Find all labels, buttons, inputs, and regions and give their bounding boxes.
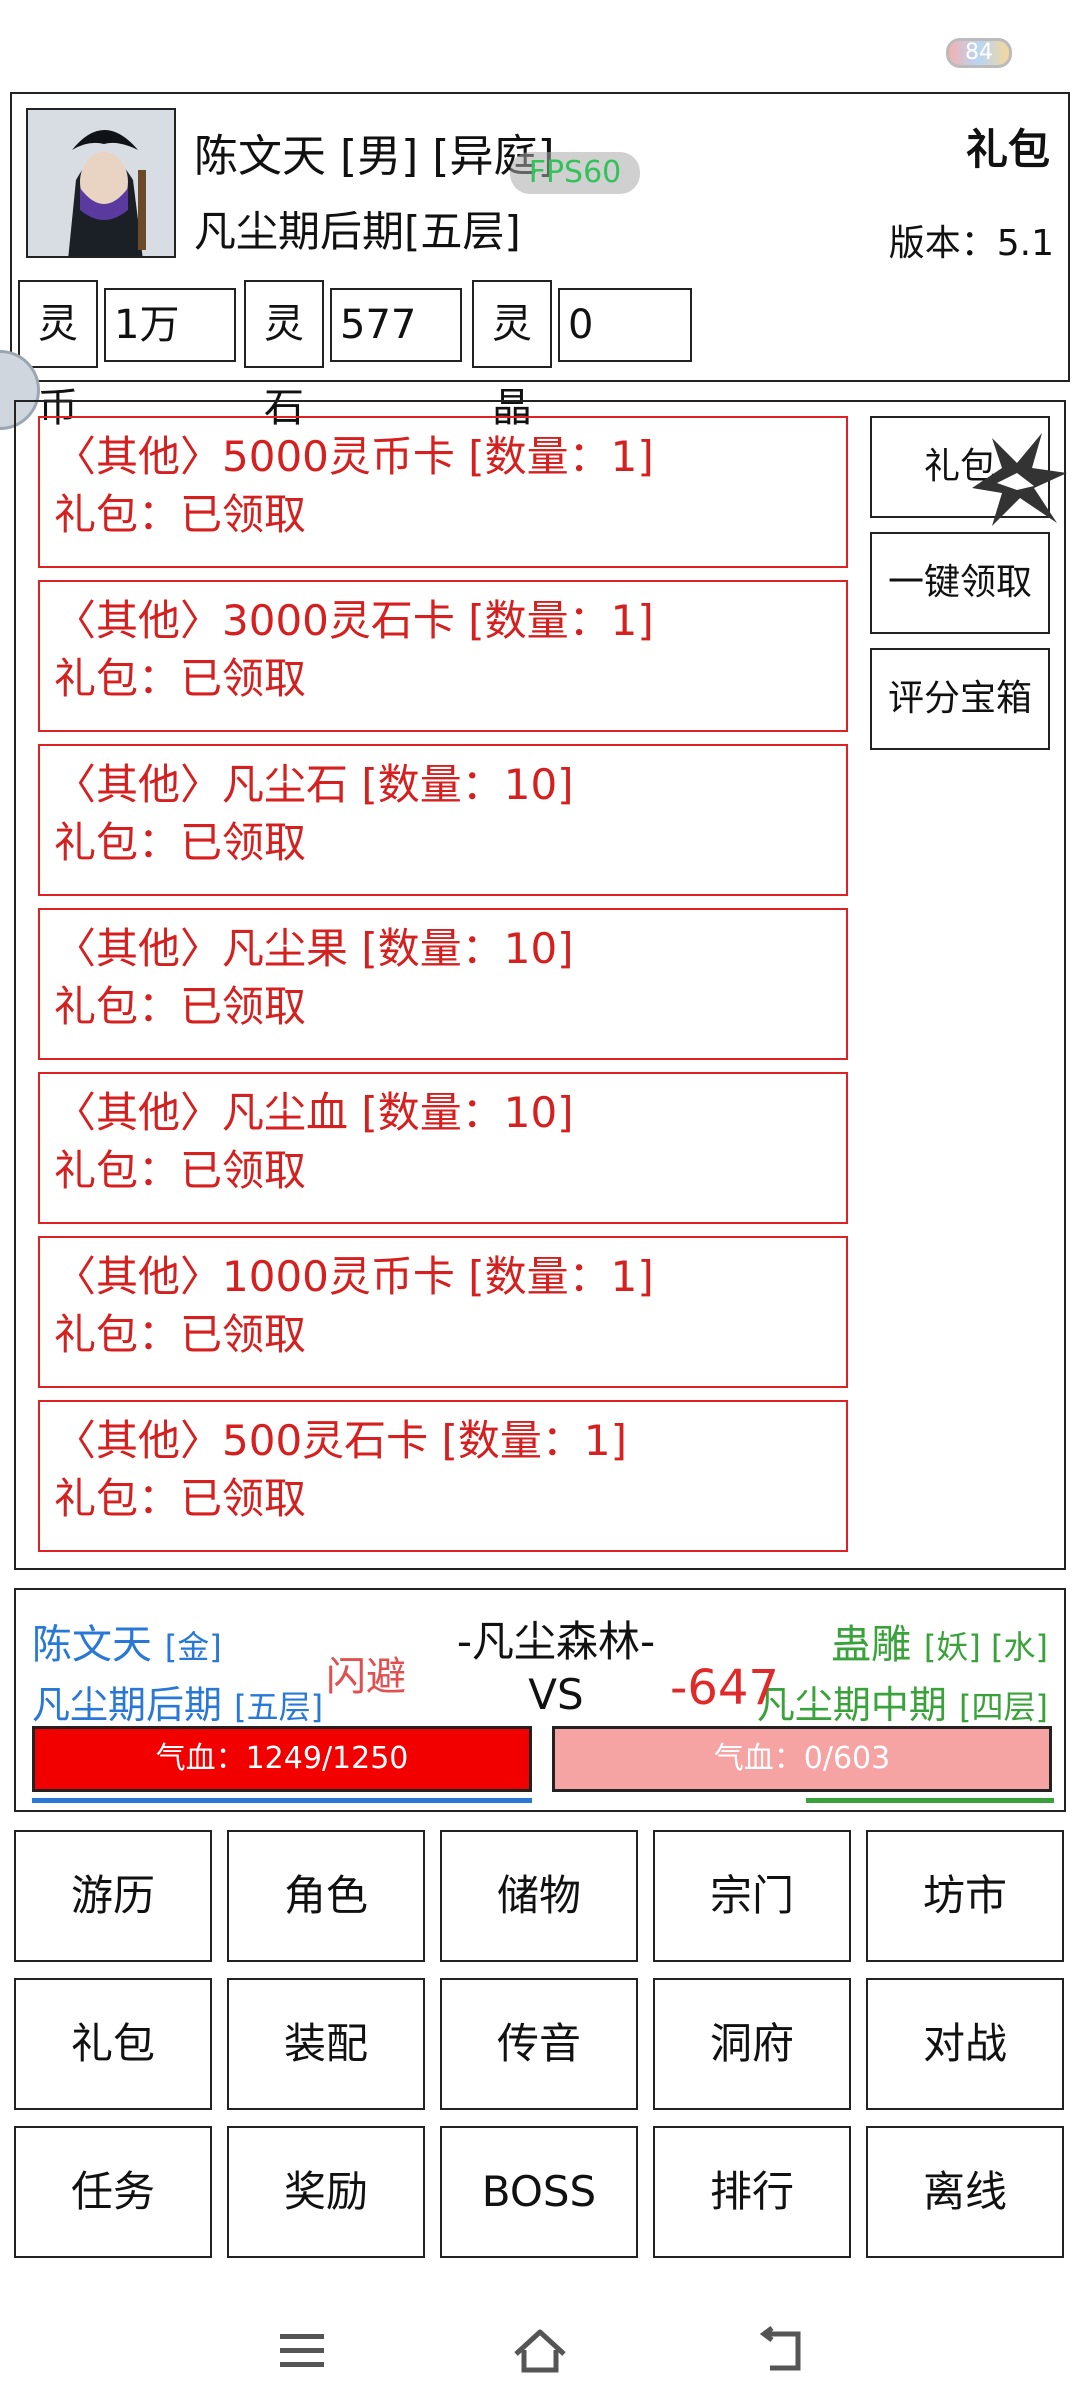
enemy-underline — [806, 1798, 1054, 1803]
player-name: 陈文天 [金] — [32, 1622, 222, 1668]
rating-chest-button[interactable]: 评分宝箱 — [870, 648, 1050, 750]
gift-item-status: 礼包：已领取 — [54, 1146, 307, 1195]
menu-travel-button[interactable]: 游历 — [14, 1830, 212, 1962]
fps-overlay: FPS60 — [510, 152, 640, 194]
dodge-popup: 闪避 — [326, 1654, 406, 1700]
menu-battle-button[interactable]: 对战 — [866, 1978, 1064, 2110]
player-realm: 凡尘期后期 [五层] — [32, 1683, 324, 1727]
character-portrait-icon — [28, 110, 174, 256]
currency-label-lingshi: 灵石 — [244, 280, 324, 431]
back-icon[interactable] — [752, 2320, 812, 2380]
menu-lines-icon[interactable] — [272, 2320, 332, 2380]
character-avatar[interactable] — [26, 108, 176, 258]
battery-indicator: 84 — [946, 38, 1012, 68]
currency-value-lingjing: 0 — [558, 288, 692, 362]
profile-panel: 陈文天 [男] [异庭] 凡尘期后期[五层] FPS60 礼包 版本：5.1 灵… — [10, 92, 1070, 431]
gift-item-title: 〈其他〉3000灵石卡 [数量：1] — [54, 596, 654, 645]
gift-item-status: 礼包：已领取 — [54, 1474, 307, 1523]
gift-item-status: 礼包：已领取 — [54, 982, 307, 1031]
character-name: 陈文天 [男] [异庭] — [194, 131, 555, 182]
enemy-layer-tag: [四层] — [959, 1688, 1048, 1726]
battle-panel: 陈文天 [金] 凡尘期后期 [五层] 闪避 -凡尘森林- VS 蛊雕 [妖] [… — [14, 1588, 1066, 1812]
gift-item-status: 礼包：已领取 — [54, 490, 307, 539]
gift-item[interactable]: 〈其他〉1000灵币卡 [数量：1] 礼包：已领取 — [38, 1236, 848, 1388]
enemy-tags: [妖] [水] — [923, 1628, 1048, 1666]
currency-label-lingbi: 灵币 — [18, 280, 98, 431]
gift-item[interactable]: 〈其他〉凡尘石 [数量：10] 礼包：已领取 — [38, 744, 848, 896]
gift-item[interactable]: 〈其他〉凡尘果 [数量：10] 礼包：已领取 — [38, 908, 848, 1060]
menu-cave-button[interactable]: 洞府 — [653, 1978, 851, 2110]
enemy-hp-bar: 气血：0/603 — [552, 1726, 1052, 1792]
player-hp-bar: 气血：1249/1250 — [32, 1726, 532, 1792]
damage-popup: -647 — [670, 1660, 779, 1716]
currency-value-lingshi: 577 — [330, 288, 462, 362]
menu-gift-button[interactable]: 礼包 — [14, 1978, 212, 2110]
currency-value-lingbi: 1万 — [104, 288, 236, 362]
gift-item[interactable]: 〈其他〉凡尘血 [数量：10] 礼包：已领取 — [38, 1072, 848, 1224]
enemy-name: 蛊雕 [妖] [水] — [831, 1622, 1048, 1668]
claim-all-button[interactable]: 一键领取 — [870, 532, 1050, 634]
menu-equip-button[interactable]: 装配 — [227, 1978, 425, 2110]
gift-item[interactable]: 〈其他〉5000灵币卡 [数量：1] 礼包：已领取 — [38, 416, 848, 568]
battle-location: -凡尘森林- — [456, 1617, 656, 1666]
gift-item-title: 〈其他〉1000灵币卡 [数量：1] — [54, 1252, 654, 1301]
ink-splash-icon — [972, 433, 1067, 526]
menu-storage-button[interactable]: 储物 — [440, 1830, 638, 1962]
player-layer-tag: [五层] — [234, 1688, 324, 1726]
vs-label: VS — [528, 1670, 584, 1719]
menu-offline-button[interactable]: 离线 — [866, 2126, 1064, 2258]
gift-item-status: 礼包：已领取 — [54, 1310, 307, 1359]
gift-item-title: 〈其他〉5000灵币卡 [数量：1] — [54, 432, 654, 481]
menu-sect-button[interactable]: 宗门 — [653, 1830, 851, 1962]
gift-item[interactable]: 〈其他〉3000灵石卡 [数量：1] 礼包：已领取 — [38, 580, 848, 732]
menu-quest-button[interactable]: 任务 — [14, 2126, 212, 2258]
home-icon[interactable] — [510, 2320, 570, 2380]
menu-reward-button[interactable]: 奖励 — [227, 2126, 425, 2258]
player-underline — [32, 1798, 532, 1803]
menu-rank-button[interactable]: 排行 — [653, 2126, 851, 2258]
menu-boss-button[interactable]: BOSS — [440, 2126, 638, 2258]
player-element-tag: [金] — [164, 1628, 222, 1666]
gift-list[interactable]: 〈其他〉5000灵币卡 [数量：1] 礼包：已领取 〈其他〉3000灵石卡 [数… — [38, 416, 868, 1564]
character-realm: 凡尘期后期[五层] — [194, 207, 521, 256]
menu-message-button[interactable]: 传音 — [440, 1978, 638, 2110]
gift-item-status: 礼包：已领取 — [54, 818, 307, 867]
gift-item-title: 〈其他〉凡尘石 [数量：10] — [54, 760, 574, 809]
enemy-realm: 凡尘期中期 [四层] — [756, 1683, 1048, 1727]
panel-title: 礼包 — [965, 125, 1050, 174]
currency-label-lingjing: 灵晶 — [472, 280, 552, 431]
version-label: 版本：5.1 — [888, 223, 1054, 264]
gift-item-status: 礼包：已领取 — [54, 654, 307, 703]
gift-item-title: 〈其他〉凡尘果 [数量：10] — [54, 924, 574, 973]
gift-item-title: 〈其他〉500灵石卡 [数量：1] — [54, 1416, 628, 1465]
gift-item-title: 〈其他〉凡尘血 [数量：10] — [54, 1088, 574, 1137]
menu-market-button[interactable]: 坊市 — [866, 1830, 1064, 1962]
menu-character-button[interactable]: 角色 — [227, 1830, 425, 1962]
gift-item[interactable]: 〈其他〉500灵石卡 [数量：1] 礼包：已领取 — [38, 1400, 848, 1552]
